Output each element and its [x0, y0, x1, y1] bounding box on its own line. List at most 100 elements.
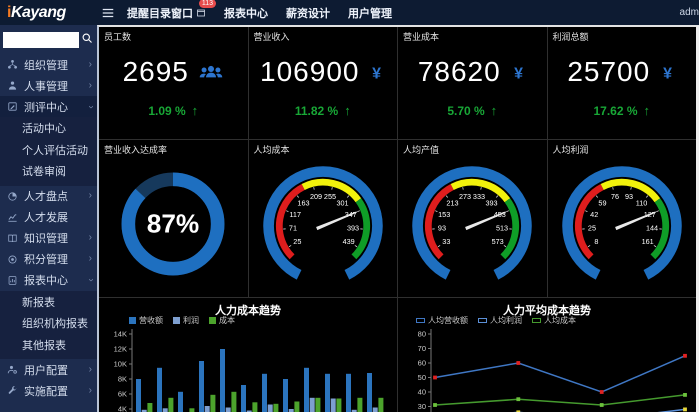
kpi-value: 25700 ¥	[548, 56, 697, 88]
sidebar-item-label: 报表中心	[24, 272, 68, 288]
sidebar-item-9[interactable]: 实施配置 ›	[0, 380, 97, 401]
svg-text:144: 144	[646, 224, 658, 233]
svg-text:439: 439	[342, 237, 354, 246]
hamburger-icon[interactable]	[101, 6, 115, 20]
book-icon	[7, 233, 21, 244]
sidebar-subitem-2-2[interactable]: 试卷审阅	[0, 162, 97, 184]
navbar-item-1[interactable]: 报表中心	[224, 5, 268, 21]
notification-badge: 113	[199, 0, 216, 8]
svg-text:393: 393	[486, 198, 498, 207]
kpi-title: 利润总额	[548, 27, 697, 43]
edit-icon	[7, 101, 21, 112]
kpi-number: 25700	[567, 56, 650, 88]
app-logo: iKayang	[0, 4, 97, 22]
navbar-item-2[interactable]: 薪资设计	[286, 5, 330, 21]
svg-text:60: 60	[418, 359, 426, 368]
report-icon	[7, 275, 21, 286]
navbar: iKayang 提醒目录窗口113 报表中心 薪资设计 用户管理 adm	[0, 0, 699, 25]
sidebar-item-7[interactable]: 报表中心›	[0, 270, 97, 291]
kpi-title: 员工数	[99, 27, 248, 43]
navbar-item-0[interactable]: 提醒目录窗口113	[127, 5, 206, 21]
sidebar-item-1[interactable]: 人事管理›	[0, 75, 97, 96]
logo-text: Kayang	[11, 4, 66, 21]
search-input[interactable]	[3, 32, 79, 48]
kpi-card-3: 利润总额25700¥17.62 %↑	[548, 27, 697, 139]
page-layout: 组织管理›人事管理›测评中心›活动中心个人评估活动试卷审阅人才盘点›人才发展知识…	[0, 25, 699, 412]
svg-text:153: 153	[438, 210, 450, 219]
legend-item-0[interactable]: 营收额	[129, 315, 163, 326]
sidebar-item-label: 人才发展	[24, 209, 68, 225]
svg-text:93: 93	[438, 224, 446, 233]
sidebar-item-3[interactable]: 人才盘点›	[0, 186, 97, 207]
navbar-user[interactable]: adm	[680, 7, 699, 18]
sidebar-item-5[interactable]: 知识管理›	[0, 228, 97, 249]
sidebar-subitem-7-1[interactable]: 组织机构报表	[0, 314, 97, 336]
gauge-panel-0-title: 人均成本	[249, 140, 398, 156]
kpi-value: 106900¥	[249, 56, 398, 88]
svg-text:33: 33	[443, 237, 451, 246]
svg-text:50: 50	[418, 373, 426, 382]
chevron-right-icon: ›	[89, 233, 92, 243]
yuan-icon: ¥	[659, 64, 676, 81]
kpi-card-2: 营业成本78620¥5.70 %↑	[398, 27, 547, 139]
kpi-row: 员工数26951.09 %↑营业收入106900¥11.82 %↑营业成本786…	[99, 27, 696, 139]
kpi-change-value: 1.09 %	[148, 104, 185, 118]
sidebar-subitem-2-0[interactable]: 活动中心	[0, 119, 97, 141]
gauge-panel-0: 人均成本2571117163209255301347393439	[249, 140, 398, 297]
up-arrow-icon: ↑	[644, 103, 651, 118]
svg-text:76: 76	[611, 192, 619, 201]
navbar-item-3[interactable]: 用户管理	[348, 5, 392, 21]
svg-text:93: 93	[625, 192, 633, 201]
search-button[interactable]	[79, 32, 94, 48]
kpi-change: 5.70 %↑	[398, 103, 547, 118]
kpi-title: 营业收入	[249, 27, 398, 43]
kpi-title: 营业成本	[398, 27, 547, 43]
main-content: 员工数26951.09 %↑营业收入106900¥11.82 %↑营业成本786…	[97, 25, 699, 412]
svg-text:273: 273	[459, 192, 471, 201]
up-arrow-icon: ↑	[344, 103, 351, 118]
sidebar-item-label: 实施配置	[24, 383, 68, 399]
org-icon	[7, 59, 21, 70]
legend-label: 人均利润	[490, 315, 522, 326]
sidebar-search	[0, 25, 97, 54]
svg-text:59: 59	[598, 198, 606, 207]
legend-item-0[interactable]: 人均营收额	[416, 315, 468, 326]
svg-text:513: 513	[496, 224, 508, 233]
sidebar-subitem-7-0[interactable]: 新报表	[0, 293, 97, 315]
sidebar-item-2[interactable]: 测评中心›	[0, 96, 97, 117]
person-icon	[7, 80, 21, 91]
sidebar-subitem-2-1[interactable]: 个人评估活动	[0, 141, 97, 163]
user-gear-icon	[7, 364, 21, 375]
sidebar-item-label: 用户配置	[24, 362, 68, 378]
legend-swatch	[209, 317, 216, 324]
chevron-right-icon: ›	[89, 365, 92, 375]
chevron-right-icon: ›	[89, 60, 92, 70]
svg-text:255: 255	[324, 192, 336, 201]
svg-text:71: 71	[289, 224, 297, 233]
legend-swatch	[478, 318, 487, 323]
legend-item-1[interactable]: 利润	[173, 315, 199, 326]
svg-text:333: 333	[473, 192, 485, 201]
bar-chart-panel: 人力成本趋势营收额利润成本14K12K10K8K6K4K2K0K	[99, 298, 397, 412]
sidebar-item-0[interactable]: 组织管理›	[0, 54, 97, 75]
medal-icon	[7, 254, 21, 265]
line-chart-panel: 人力平均成本趋势人均营收额人均利润人均成本80706050403020	[398, 298, 696, 412]
talent-icon	[7, 191, 21, 202]
sidebar-item-6[interactable]: 积分管理›	[0, 249, 97, 270]
chevron-right-icon: ›	[89, 386, 92, 396]
svg-text:12K: 12K	[114, 345, 127, 354]
legend-label: 利润	[183, 315, 199, 326]
sidebar-item-label: 人事管理	[24, 78, 68, 94]
navbar-item-label: 薪资设计	[286, 5, 330, 21]
svg-text:209: 209	[310, 192, 322, 201]
legend-item-1[interactable]: 人均利润	[478, 315, 522, 326]
gauge-chart: 82542597693110127144161	[548, 156, 697, 292]
gauge-chart: 2571117163209255301347393439	[249, 156, 398, 292]
sidebar-item-4[interactable]: 人才发展	[0, 207, 97, 228]
legend-item-2[interactable]: 成本	[209, 315, 235, 326]
legend-item-2[interactable]: 人均成本	[532, 315, 576, 326]
sidebar-item-8[interactable]: 用户配置 ›	[0, 359, 97, 380]
donut-chart: 87%	[99, 156, 248, 292]
sidebar-subitem-7-2[interactable]: 其他报表	[0, 336, 97, 358]
sidebar-submenu: 活动中心个人评估活动试卷审阅	[0, 117, 97, 186]
